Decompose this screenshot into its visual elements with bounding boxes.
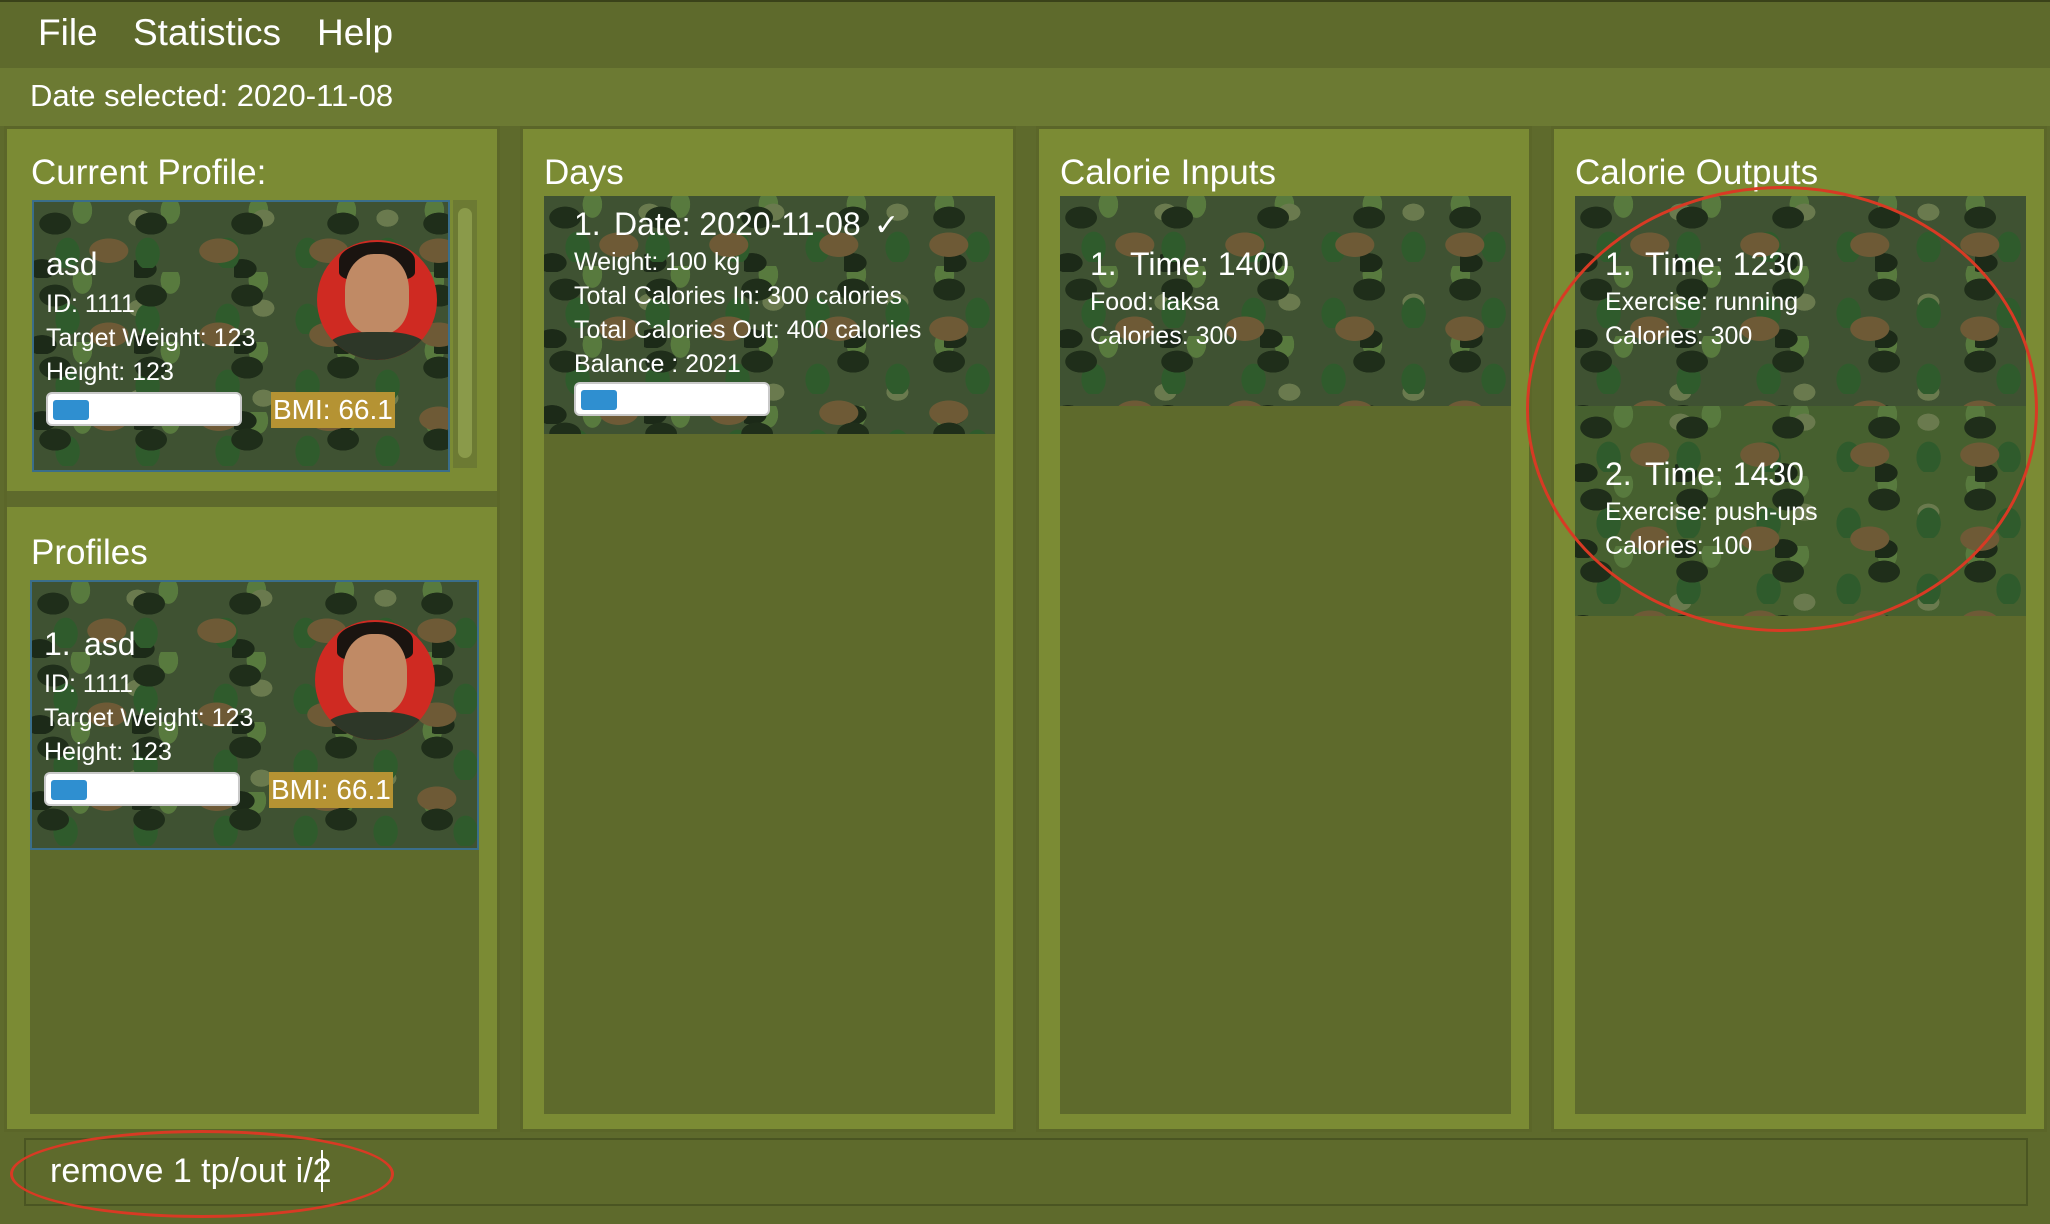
- day-item-calories-in: Total Calories In: 300 calories: [574, 282, 902, 310]
- day-item-calories-out: Total Calories Out: 400 calories: [574, 316, 922, 344]
- text-caret: [321, 1150, 323, 1192]
- profiles-list: 1. asd ID: 1111 Target Weight: 123 Heigh…: [30, 580, 479, 1114]
- current-profile-target-weight: Target Weight: 123: [46, 324, 256, 352]
- day-item-progress-bar: [574, 382, 770, 416]
- profile-item-name: asd: [84, 626, 136, 662]
- calorie-output-index: 1.: [1605, 246, 1632, 282]
- list-item[interactable]: 1. Time: 1230 Exercise: running Calories…: [1575, 196, 2026, 406]
- calorie-output-time: Time: 1430: [1645, 456, 1804, 492]
- calorie-output-calories: Calories: 100: [1605, 532, 1753, 560]
- days-panel: Days 1. Date: 2020-11-08 ✓ Weight: 100 k…: [520, 126, 1016, 1132]
- current-profile-height: Height: 123: [46, 358, 174, 386]
- calorie-input-index: 1.: [1090, 246, 1117, 282]
- command-input[interactable]: remove 1 tp/out i/2: [24, 1138, 2028, 1206]
- calorie-outputs-list: 1. Time: 1230 Exercise: running Calories…: [1575, 196, 2026, 1114]
- list-item[interactable]: 1. asd ID: 1111 Target Weight: 123 Heigh…: [30, 580, 479, 850]
- current-profile-name: asd: [46, 246, 98, 282]
- menu-file[interactable]: File: [38, 12, 98, 54]
- list-item[interactable]: 2. Time: 1430 Exercise: push-ups Calorie…: [1575, 406, 2026, 616]
- profile-item-progress-bar: [44, 772, 240, 806]
- profile-photo-icon: [317, 240, 437, 360]
- current-profile-bmi-badge: BMI: 66.1: [271, 392, 395, 428]
- date-bar: Date selected: 2020-11-08: [0, 68, 2050, 126]
- calorie-output-time: Time: 1230: [1645, 246, 1804, 282]
- menu-statistics[interactable]: Statistics: [133, 12, 281, 54]
- current-profile-card: asd ID: 1111 Target Weight: 123 Height: …: [32, 200, 450, 472]
- calorie-outputs-title: Calorie Outputs: [1575, 153, 1819, 192]
- calorie-input-food: Food: laksa: [1090, 288, 1220, 316]
- days-list: 1. Date: 2020-11-08 ✓ Weight: 100 kg Tot…: [544, 196, 995, 1114]
- date-selected-label: Date selected: 2020-11-08: [30, 78, 394, 113]
- calorie-inputs-title: Calorie Inputs: [1060, 153, 1276, 192]
- profile-item-progress-fill: [51, 780, 87, 800]
- profile-item-height: Height: 123: [44, 738, 172, 766]
- current-profile-progress-bar: [46, 392, 242, 426]
- day-item-index: 1.: [574, 206, 601, 242]
- check-icon: ✓: [874, 209, 900, 242]
- calorie-outputs-panel: Calorie Outputs 1. Time: 1230 Exercise: …: [1551, 126, 2047, 1132]
- profile-item-target-weight: Target Weight: 123: [44, 704, 254, 732]
- current-profile-progress-fill: [53, 400, 89, 420]
- current-profile-title: Current Profile:: [31, 153, 267, 192]
- command-input-value: remove 1 tp/out i/2: [50, 1152, 332, 1190]
- calorie-input-calories: Calories: 300: [1090, 322, 1238, 350]
- calorie-inputs-panel: Calorie Inputs 1. Time: 1400 Food: laksa…: [1036, 126, 1532, 1132]
- menu-help[interactable]: Help: [317, 12, 393, 54]
- list-item[interactable]: 1. Date: 2020-11-08 ✓ Weight: 100 kg Tot…: [544, 196, 995, 434]
- calorie-output-exercise: Exercise: running: [1605, 288, 1799, 316]
- calorie-output-calories: Calories: 300: [1605, 322, 1753, 350]
- profile-divider: [7, 491, 497, 507]
- calorie-output-index: 2.: [1605, 456, 1632, 492]
- day-item-weight: Weight: 100 kg: [574, 248, 741, 276]
- profiles-title: Profiles: [31, 533, 148, 572]
- menu-bar: File Statistics Help: [0, 0, 2050, 70]
- day-item-balance: Balance : 2021: [574, 350, 741, 378]
- profile-item-index: 1.: [44, 626, 71, 662]
- profile-photo-icon: [315, 620, 435, 740]
- profile-panel: Current Profile: asd ID: 1111 Target Wei…: [4, 126, 500, 1132]
- profile-item-bmi-badge: BMI: 66.1: [269, 772, 393, 808]
- list-item[interactable]: 1. Time: 1400 Food: laksa Calories: 300: [1060, 196, 1511, 406]
- current-profile-id: ID: 1111: [46, 290, 135, 318]
- current-profile-scroll-thumb[interactable]: [458, 208, 472, 458]
- calorie-input-time: Time: 1400: [1130, 246, 1289, 282]
- profile-item-id: ID: 1111: [44, 670, 133, 698]
- days-title: Days: [544, 153, 624, 192]
- day-item-date: Date: 2020-11-08: [614, 206, 861, 242]
- calorie-output-exercise: Exercise: push-ups: [1605, 498, 1818, 526]
- current-profile-scrollbar[interactable]: [453, 200, 477, 468]
- day-item-progress-fill: [581, 390, 617, 410]
- calorie-inputs-list: 1. Time: 1400 Food: laksa Calories: 300: [1060, 196, 1511, 1114]
